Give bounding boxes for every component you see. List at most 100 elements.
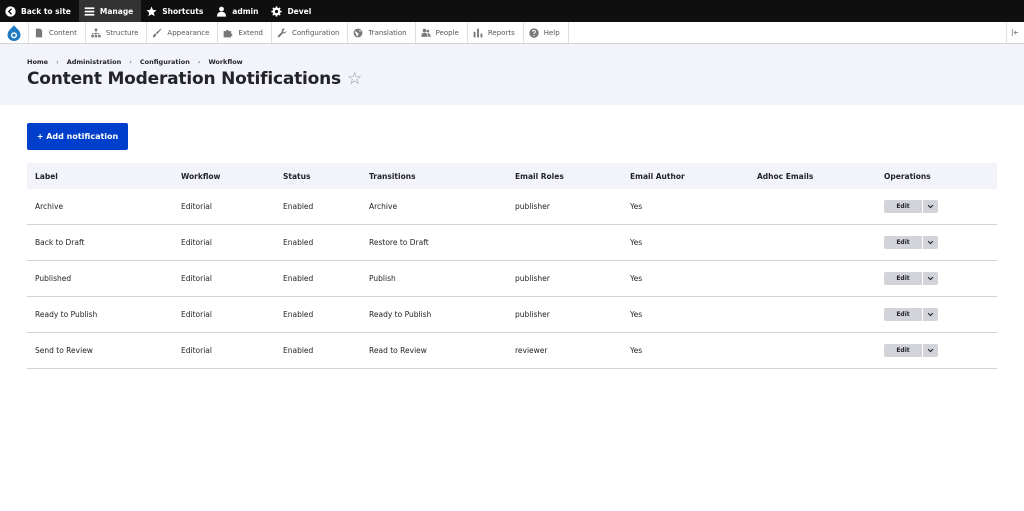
- globe-icon: [354, 28, 363, 37]
- menu-label: People: [435, 28, 459, 37]
- cell-transitions: Read to Review: [369, 346, 427, 355]
- table-header: Label Workflow Status Transitions Email …: [27, 163, 997, 189]
- breadcrumb: Home › Administration › Configuration › …: [27, 58, 243, 66]
- table-row: Send to Review Editorial Enabled Read to…: [27, 333, 997, 369]
- devel-label: Devel: [287, 6, 312, 16]
- menu-item-translation[interactable]: Translation: [348, 22, 416, 43]
- header-email-roles: Email Roles: [515, 171, 564, 181]
- menu-item-help[interactable]: Help: [524, 22, 569, 43]
- menu-item-appearance[interactable]: Appearance: [147, 22, 219, 43]
- star-icon: [146, 6, 157, 16]
- cell-label: Send to Review: [35, 346, 93, 355]
- admin-menu-tray: Content Structure Appearance Extend Conf…: [0, 22, 1024, 44]
- edit-button[interactable]: Edit: [884, 200, 922, 213]
- operations-dropbutton: Edit: [884, 200, 938, 213]
- page-title-text: Content Moderation Notifications: [27, 69, 341, 89]
- shortcuts-tab[interactable]: Shortcuts: [141, 0, 211, 22]
- header-operations: Operations: [884, 171, 931, 181]
- cell-email-roles: publisher: [515, 202, 550, 211]
- operations-toggle[interactable]: [923, 236, 938, 249]
- edit-button[interactable]: Edit: [884, 344, 922, 357]
- table-row: Back to Draft Editorial Enabled Restore …: [27, 225, 997, 261]
- menu-label: Reports: [487, 28, 515, 37]
- people-icon: [420, 28, 431, 37]
- menu-item-people[interactable]: People: [416, 22, 468, 43]
- edit-button[interactable]: Edit: [884, 236, 922, 249]
- cell-transitions: Archive: [369, 202, 398, 211]
- cell-email-author: Yes: [630, 310, 643, 319]
- cell-email-author: Yes: [630, 238, 643, 247]
- operations-dropbutton: Edit: [884, 308, 938, 321]
- cell-transitions: Publish: [369, 274, 396, 283]
- menu-item-configuration[interactable]: Configuration: [272, 22, 349, 43]
- cell-label: Archive: [35, 202, 64, 211]
- wrench-icon: [277, 27, 287, 37]
- back-to-site-link[interactable]: Back to site: [0, 0, 79, 22]
- manage-tab[interactable]: Manage: [78, 0, 142, 22]
- edit-button[interactable]: Edit: [884, 272, 922, 285]
- page-title: Content Moderation Notifications ☆: [27, 69, 362, 89]
- back-arrow-icon: [5, 5, 16, 17]
- table-row: Ready to Publish Editorial Enabled Ready…: [27, 297, 997, 333]
- operations-toggle[interactable]: [923, 344, 938, 357]
- breadcrumb-workflow[interactable]: Workflow: [208, 58, 242, 66]
- hamburger-icon: [84, 6, 95, 16]
- back-to-site-label: Back to site: [21, 6, 71, 16]
- add-to-shortcuts-star-icon[interactable]: ☆: [347, 69, 362, 89]
- collapse-icon: [1011, 28, 1019, 37]
- cell-email-roles: publisher: [515, 274, 550, 283]
- table-row: Published Editorial Enabled Publish publ…: [27, 261, 997, 297]
- menu-label: Translation: [368, 28, 407, 37]
- document-icon: [35, 28, 43, 37]
- add-notification-button[interactable]: + Add notification: [27, 123, 128, 150]
- user-tab[interactable]: admin: [211, 0, 266, 22]
- breadcrumb-home[interactable]: Home: [27, 58, 48, 66]
- edit-button[interactable]: Edit: [884, 308, 922, 321]
- operations-toggle[interactable]: [923, 200, 938, 213]
- cell-email-roles: reviewer: [515, 346, 548, 355]
- help-icon: [529, 27, 539, 38]
- chevron-down-icon: [927, 240, 934, 245]
- menu-label: Extend: [238, 28, 263, 37]
- user-icon: [217, 6, 227, 17]
- toolbar-bar: Back to site Manage Shortcuts admin Deve…: [0, 0, 1024, 22]
- menu-label: Configuration: [291, 28, 340, 37]
- header-transitions: Transitions: [369, 171, 416, 181]
- breadcrumb-separator: ›: [129, 58, 132, 66]
- menu-label: Content: [49, 28, 77, 37]
- cell-status: Enabled: [283, 238, 314, 247]
- breadcrumb-separator: ›: [56, 58, 59, 66]
- breadcrumb-separator: ›: [197, 58, 201, 66]
- cell-label: Ready to Publish: [35, 310, 98, 319]
- operations-toggle[interactable]: [923, 272, 938, 285]
- cell-status: Enabled: [283, 274, 314, 283]
- cell-workflow: Editorial: [181, 274, 212, 283]
- menu-item-extend[interactable]: Extend: [218, 22, 272, 43]
- menu-item-content[interactable]: Content: [29, 22, 86, 43]
- user-label: admin: [232, 6, 259, 16]
- cell-status: Enabled: [283, 310, 314, 319]
- paintbrush-icon: [153, 28, 162, 37]
- cell-label: Back to Draft: [35, 238, 85, 247]
- header-label[interactable]: Label: [35, 172, 58, 181]
- page-header: Home › Administration › Configuration › …: [0, 44, 1024, 105]
- menu-item-structure[interactable]: Structure: [86, 22, 148, 43]
- cell-workflow: Editorial: [181, 310, 212, 319]
- menu-item-reports[interactable]: Reports: [468, 22, 524, 43]
- header-adhoc-emails: Adhoc Emails: [757, 171, 814, 181]
- operations-toggle[interactable]: [923, 308, 938, 321]
- breadcrumb-configuration[interactable]: Configuration: [140, 58, 190, 66]
- cell-status: Enabled: [283, 202, 314, 211]
- notifications-table: Label Workflow Status Transitions Email …: [27, 163, 997, 369]
- tray-orientation-toggle[interactable]: [1006, 22, 1024, 43]
- cell-workflow: Editorial: [181, 346, 212, 355]
- cell-workflow: Editorial: [181, 238, 212, 247]
- menu-label: Appearance: [167, 28, 210, 37]
- breadcrumb-administration[interactable]: Administration: [67, 58, 122, 66]
- cell-label: Published: [35, 274, 72, 283]
- drupal-logo-icon[interactable]: [0, 22, 29, 43]
- cell-transitions: Restore to Draft: [369, 238, 429, 247]
- table-row: Archive Editorial Enabled Archive publis…: [27, 189, 997, 225]
- devel-tab[interactable]: Devel: [266, 0, 319, 22]
- header-status: Status: [283, 171, 311, 181]
